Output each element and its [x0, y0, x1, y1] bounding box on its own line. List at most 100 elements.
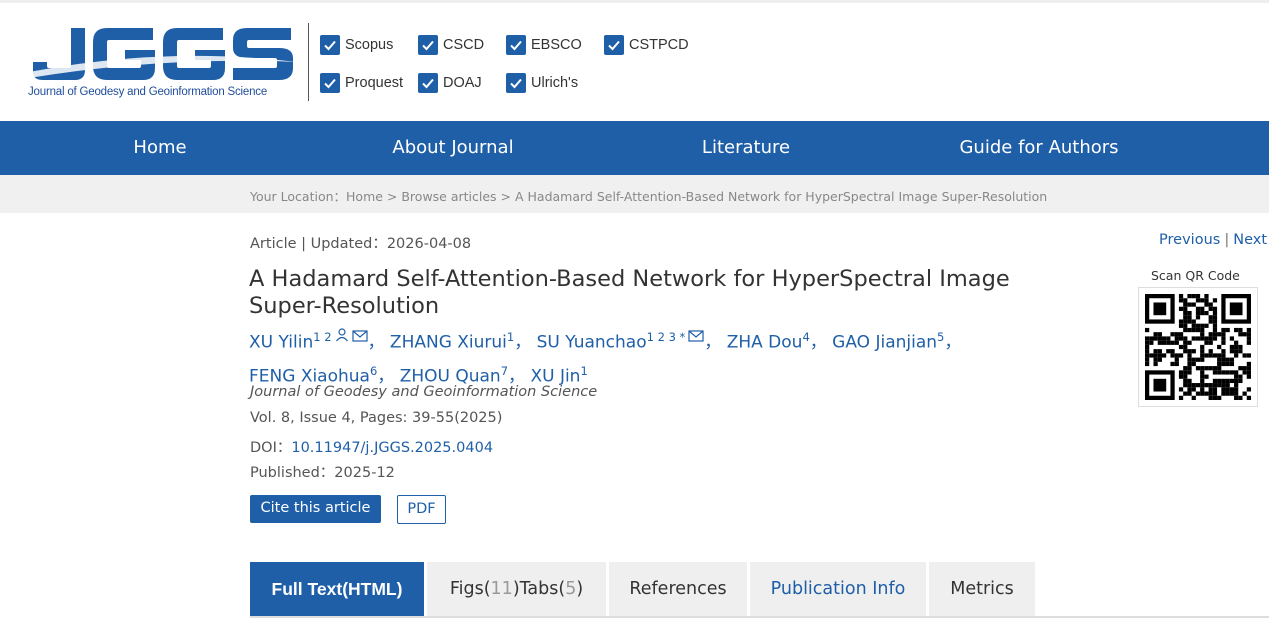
qr-module [1208, 366, 1213, 371]
tab-full-text[interactable]: Full Text(HTML) [250, 562, 424, 616]
qr-module [1161, 336, 1167, 341]
qr-module [1225, 378, 1230, 384]
qr-module [1246, 374, 1251, 379]
checkbox-icon [320, 35, 340, 55]
qr-module [1187, 340, 1192, 345]
qr-module [1212, 315, 1218, 320]
qr-module [1225, 361, 1230, 367]
email-icon[interactable] [688, 330, 704, 342]
qr-module [1183, 374, 1188, 379]
author-link[interactable]: ZHANG Xiurui [390, 333, 507, 353]
qr-module [1187, 361, 1192, 367]
qr-module [1200, 353, 1205, 358]
qr-module [1238, 344, 1243, 350]
qr-module [1208, 332, 1213, 337]
qr-module [1225, 327, 1230, 333]
qr-module [1234, 395, 1239, 400]
qr-module [1212, 370, 1218, 375]
qr-module [1221, 370, 1226, 375]
qr-module [1217, 383, 1222, 388]
journal-logo[interactable]: Journal of Geodesy and Geoinformation Sc… [25, 22, 297, 108]
nav-literature[interactable]: Literature [666, 121, 826, 175]
qr-module [1157, 353, 1162, 358]
qr-module [1212, 319, 1218, 324]
qr-module [1183, 349, 1188, 354]
tab-figs-tabs[interactable]: Figs(11)Tabs(5) [427, 562, 606, 616]
qr-module [1157, 357, 1162, 362]
next-link[interactable]: Next [1233, 232, 1267, 248]
qr-module [1238, 378, 1243, 384]
qr-module [1208, 349, 1213, 354]
qr-module [1178, 344, 1184, 350]
qr-module [1178, 387, 1184, 392]
qr-module [1174, 336, 1179, 341]
author-link[interactable]: ZHA Dou [727, 333, 803, 353]
cite-article-button[interactable]: Cite this article [250, 495, 381, 523]
qr-module [1191, 395, 1196, 400]
qr-module [1208, 302, 1213, 307]
qr-module [1187, 310, 1192, 316]
qr-module [1204, 336, 1209, 341]
qr-module [1161, 340, 1167, 345]
qr-module [1204, 391, 1209, 396]
qr-module [1153, 332, 1158, 337]
pdf-button[interactable]: PDF [397, 495, 446, 524]
qr-code-image [1145, 294, 1251, 400]
qr-module [1178, 332, 1184, 337]
index-cscd: CSCD [418, 35, 484, 55]
index-label: Proquest [345, 75, 404, 91]
qr-module [1229, 370, 1235, 375]
qr-module [1208, 306, 1213, 311]
qr-module [1191, 361, 1196, 367]
journal-name: Journal of Geodesy and Geoinformation Sc… [250, 384, 598, 400]
qr-module [1238, 349, 1243, 354]
nav-guide-for-authors[interactable]: Guide for Authors [939, 121, 1139, 175]
previous-link[interactable]: Previous [1159, 232, 1220, 248]
qr-module [1191, 349, 1196, 354]
qr-module [1238, 374, 1243, 379]
qr-module [1170, 361, 1175, 367]
qr-module [1200, 349, 1205, 354]
site-header: Journal of Geodesy and Geoinformation Sc… [0, 3, 1269, 121]
doi-link[interactable]: 10.11947/j.JGGS.2025.0404 [291, 440, 493, 456]
nav-about-journal[interactable]: About Journal [363, 121, 543, 175]
logo-subtitle: Journal of Geodesy and Geoinformation Sc… [28, 86, 268, 98]
author-link[interactable]: SU Yuanchao [537, 333, 647, 353]
person-icon[interactable] [335, 328, 349, 342]
qr-module [1246, 395, 1251, 400]
qr-module [1166, 336, 1171, 341]
qr-module [1200, 327, 1205, 333]
qr-label: Scan QR Code [1151, 268, 1240, 283]
index-doaj: DOAJ [418, 73, 482, 93]
author-link[interactable]: XU Yilin [249, 333, 313, 353]
tab-references[interactable]: References [609, 562, 747, 616]
qr-module [1145, 327, 1150, 333]
author-affiliation: 1 [580, 363, 588, 378]
qr-module [1238, 366, 1243, 371]
qr-finder [1229, 302, 1243, 316]
qr-module [1200, 391, 1205, 396]
qr-module [1170, 332, 1175, 337]
qr-module [1178, 294, 1184, 299]
qr-module [1217, 361, 1222, 367]
qr-finder [1153, 302, 1167, 316]
author-separator: ， [809, 332, 827, 353]
tab-metrics[interactable]: Metrics [929, 562, 1035, 616]
qr-module [1208, 383, 1213, 388]
tab-publication-info[interactable]: Publication Info [750, 562, 926, 616]
qr-module [1204, 294, 1209, 299]
qr-module [1221, 340, 1226, 345]
qr-module [1191, 357, 1196, 362]
qr-module [1157, 340, 1162, 345]
index-label: CSTPCD [629, 37, 689, 53]
qr-module [1170, 353, 1175, 358]
qr-module [1174, 340, 1179, 345]
email-icon[interactable] [351, 330, 368, 342]
qr-module [1204, 374, 1209, 379]
breadcrumb: Your Location：Home > Browse articles > A… [250, 189, 1048, 204]
nav-home[interactable]: Home [80, 121, 240, 175]
qr-module [1217, 353, 1222, 358]
qr-module [1212, 323, 1218, 328]
author-link[interactable]: GAO Jianjian [832, 333, 937, 353]
qr-module [1217, 366, 1222, 371]
